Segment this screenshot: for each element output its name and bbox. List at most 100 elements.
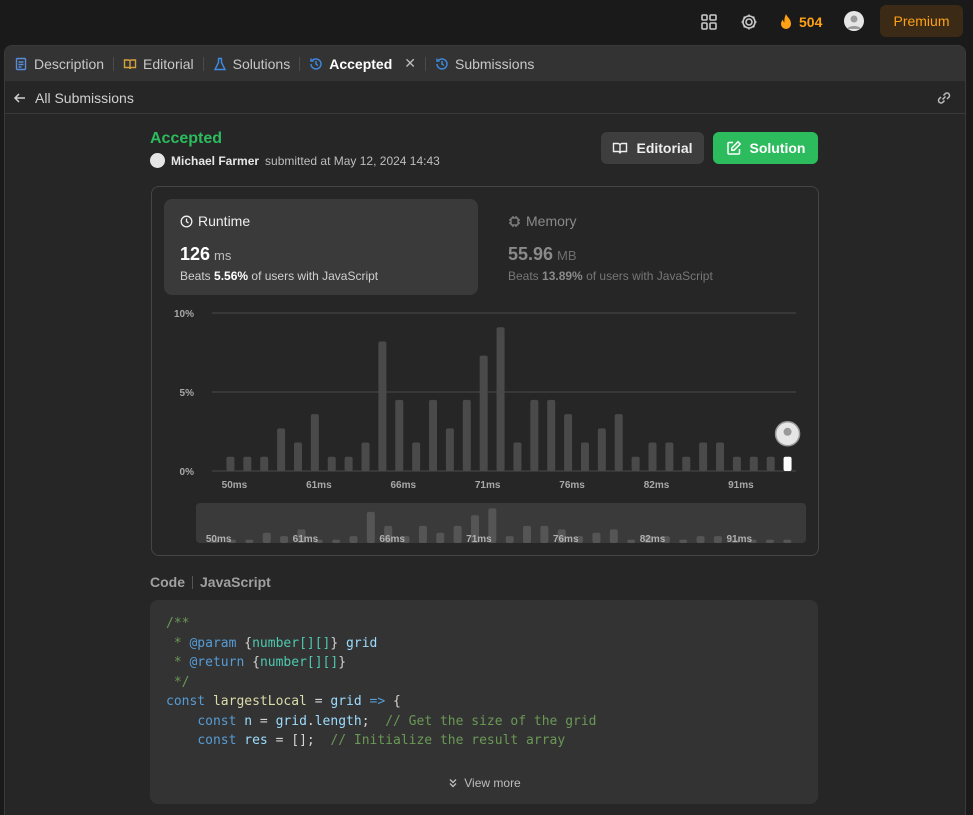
clock-icon bbox=[180, 215, 193, 227]
navigator-tick-label: 76ms bbox=[553, 534, 579, 545]
bar bbox=[580, 442, 589, 471]
code-header-divider bbox=[192, 575, 193, 589]
runtime-value: 126 ms bbox=[180, 244, 231, 265]
close-tab-icon[interactable]: ✕ bbox=[404, 55, 416, 72]
tab-label: Submissions bbox=[454, 55, 535, 72]
runtime-card[interactable]: Runtime 126 ms Beats 5.56% of users with … bbox=[164, 199, 478, 295]
premium-button[interactable]: Premium bbox=[880, 5, 963, 37]
code-content: /** * @param {number[][]} grid * @return… bbox=[166, 616, 597, 748]
beats-prefix: Beats bbox=[180, 269, 211, 283]
navigator-tick-label: 71ms bbox=[466, 534, 492, 545]
navigator-bar bbox=[696, 536, 705, 543]
history-icon bbox=[436, 57, 448, 70]
bar bbox=[310, 414, 319, 471]
arrow-left-icon bbox=[13, 92, 25, 103]
bar bbox=[378, 341, 387, 471]
bar bbox=[749, 456, 758, 471]
bar bbox=[597, 428, 606, 471]
x-tick-label: 66ms bbox=[390, 480, 416, 491]
bar bbox=[513, 442, 522, 471]
navigator-bar bbox=[418, 525, 427, 543]
memory-title-text: Memory bbox=[526, 213, 577, 229]
solution-label: Solution bbox=[749, 140, 806, 156]
back-label: All Submissions bbox=[35, 89, 134, 106]
bar bbox=[243, 456, 252, 471]
submission-status: Accepted bbox=[150, 130, 223, 147]
x-tick-label: 61ms bbox=[306, 480, 332, 491]
navigator-tick-label: 66ms bbox=[379, 534, 405, 545]
beats-value: 5.56% bbox=[214, 269, 249, 283]
navigator-bar bbox=[523, 525, 532, 543]
bar bbox=[277, 428, 286, 471]
tab-submissions[interactable]: Submissions bbox=[426, 46, 543, 81]
tab-bar: Description Editorial Solutions Accepted… bbox=[5, 46, 965, 81]
memory-beats: Beats 13.89% of users with JavaScript bbox=[508, 269, 713, 283]
submission-panel: Description Editorial Solutions Accepted… bbox=[4, 45, 966, 815]
flask-icon bbox=[213, 57, 226, 70]
user-icon bbox=[847, 15, 861, 29]
bar bbox=[412, 442, 421, 471]
submitter-avatar[interactable] bbox=[150, 153, 165, 168]
runtime-beats: Beats 5.56% of users with JavaScript bbox=[180, 269, 378, 283]
chevrons-down-icon bbox=[449, 779, 457, 788]
tab-editorial[interactable]: Editorial bbox=[114, 46, 203, 81]
bar bbox=[665, 442, 674, 471]
tab-accepted[interactable]: Accepted ✕ bbox=[300, 46, 425, 81]
navigator-tick-label: 82ms bbox=[640, 534, 666, 545]
memory-title: Memory bbox=[508, 213, 577, 229]
bar bbox=[648, 442, 657, 471]
navigator-bar bbox=[540, 525, 549, 543]
tab-solutions[interactable]: Solutions bbox=[204, 46, 300, 81]
x-tick-label: 91ms bbox=[728, 480, 754, 491]
solution-button[interactable]: Solution bbox=[713, 132, 818, 164]
view-more-button[interactable]: View more bbox=[150, 776, 818, 790]
tab-label: Accepted bbox=[329, 55, 393, 72]
link-icon[interactable] bbox=[935, 89, 953, 107]
bar bbox=[530, 399, 539, 471]
streak-counter[interactable]: 504 bbox=[778, 12, 822, 32]
bar bbox=[361, 442, 370, 471]
code-header: Code JavaScript bbox=[150, 574, 271, 590]
editorial-button[interactable]: Editorial bbox=[601, 132, 704, 164]
bar bbox=[699, 442, 708, 471]
gear-icon[interactable] bbox=[739, 12, 759, 32]
highlighted-bar bbox=[783, 456, 792, 471]
bar bbox=[564, 414, 573, 471]
navigator-tick-label: 91ms bbox=[726, 534, 752, 545]
code-language: JavaScript bbox=[200, 574, 271, 590]
document-icon bbox=[15, 57, 27, 70]
view-more-label: View more bbox=[464, 776, 521, 790]
x-tick-label: 76ms bbox=[559, 480, 585, 491]
bar bbox=[445, 428, 454, 471]
x-tick-label: 50ms bbox=[222, 480, 248, 491]
y-tick-label: 5% bbox=[180, 388, 195, 399]
runtime-title-text: Runtime bbox=[198, 213, 251, 229]
submitter-name[interactable]: Michael Farmer bbox=[171, 154, 259, 168]
chip-icon bbox=[509, 215, 520, 227]
tab-description[interactable]: Description bbox=[5, 46, 113, 81]
y-tick-label: 0% bbox=[180, 467, 195, 478]
bar bbox=[395, 399, 404, 471]
navigator-bar bbox=[436, 532, 445, 543]
tab-label: Description bbox=[34, 55, 105, 72]
book-icon bbox=[123, 58, 137, 69]
premium-label: Premium bbox=[893, 13, 950, 29]
bar bbox=[327, 456, 336, 471]
user-avatar[interactable] bbox=[844, 11, 864, 31]
bar bbox=[260, 456, 269, 471]
navigator-bar bbox=[765, 539, 774, 543]
user-marker-head bbox=[783, 427, 792, 436]
memory-card[interactable]: Memory 55.96 MB Beats 13.89% of users wit… bbox=[492, 199, 806, 295]
bar bbox=[732, 456, 741, 471]
runtime-distribution-chart[interactable]: 10% 5% 0% 50ms 61ms 66ms 71ms 76ms 82ms 91ms 50ms 6… bbox=[152, 299, 818, 555]
memory-unit: MB bbox=[557, 248, 577, 263]
all-submissions-link[interactable]: All Submissions bbox=[13, 90, 134, 106]
bar bbox=[547, 399, 556, 471]
bar bbox=[496, 327, 505, 471]
code-block: /** * @param {number[][]} grid * @return… bbox=[150, 600, 818, 804]
editorial-label: Editorial bbox=[636, 140, 693, 156]
history-icon bbox=[310, 57, 322, 70]
edit-icon bbox=[726, 140, 741, 155]
layout-grid-icon[interactable] bbox=[699, 12, 719, 32]
bar bbox=[344, 456, 353, 471]
